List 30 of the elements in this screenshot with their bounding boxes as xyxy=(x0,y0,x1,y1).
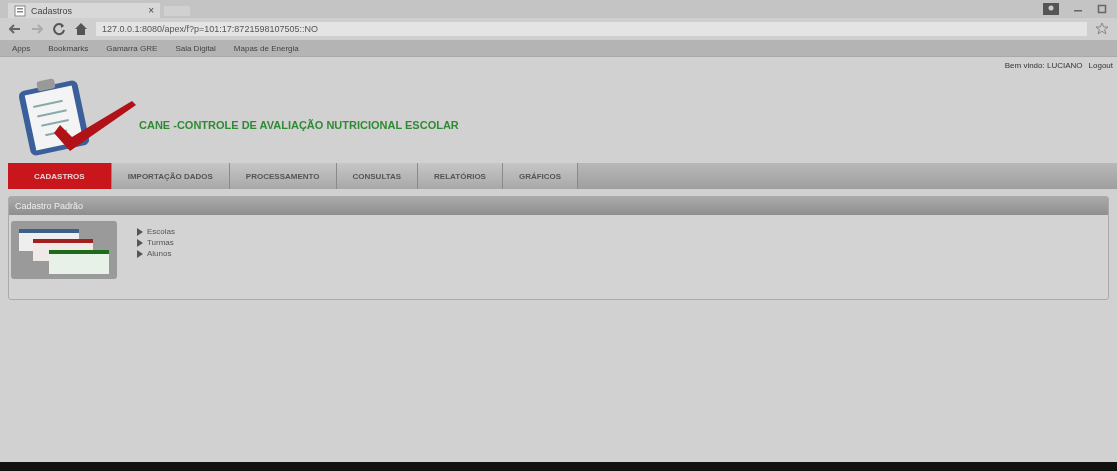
back-icon[interactable] xyxy=(8,22,22,36)
bookmark[interactable]: Mapas de Energia xyxy=(233,43,299,53)
welcome-text: Bem vindo: LUCIANO xyxy=(1004,61,1083,70)
menu-tab[interactable]: RELATÓRIOS xyxy=(418,163,503,189)
bookmark[interactable]: Apps xyxy=(12,43,31,53)
menu-tab[interactable]: PROCESSAMENTO xyxy=(229,163,337,189)
logout-link[interactable]: Logout xyxy=(1088,61,1113,70)
list-link[interactable]: Alunos xyxy=(137,249,175,258)
tab-title: Cadastros xyxy=(31,5,74,16)
star-icon[interactable] xyxy=(1095,22,1109,36)
bookmark[interactable]: Sala Digital xyxy=(175,43,216,53)
profile-icon[interactable] xyxy=(1043,3,1059,15)
bookmark[interactable]: Gamarra GRE xyxy=(106,43,158,53)
app-title: CANE -CONTROLE DE AVALIAÇÃO NUTRICIONAL ESCOLAR xyxy=(139,119,459,131)
maximize-icon[interactable] xyxy=(1097,4,1107,14)
menu-tab[interactable]: CADASTROS xyxy=(8,163,112,189)
menu-tab[interactable]: GRÁFICOS xyxy=(502,163,579,189)
browser-tab[interactable]: Cadastros × xyxy=(8,3,160,18)
list-link[interactable]: Turmas xyxy=(137,238,175,247)
region-title: Cadastro Padrão xyxy=(9,197,1108,215)
bookmark[interactable]: Bookmarks xyxy=(48,43,89,53)
page-icon xyxy=(14,4,26,17)
address-bar[interactable]: 127.0.0.1:8080/apex/f?p=101:17:8721598107505::NO xyxy=(96,22,1087,36)
menu-tab[interactable]: IMPORTAÇÃO DADOS xyxy=(111,163,230,189)
reload-icon[interactable] xyxy=(52,22,66,36)
list-link[interactable]: Escolas xyxy=(137,227,175,236)
close-icon[interactable]: × xyxy=(148,5,154,16)
menu-tab[interactable]: CONSULTAS xyxy=(336,163,419,189)
home-icon[interactable] xyxy=(74,22,88,36)
windows-icon xyxy=(11,221,117,279)
